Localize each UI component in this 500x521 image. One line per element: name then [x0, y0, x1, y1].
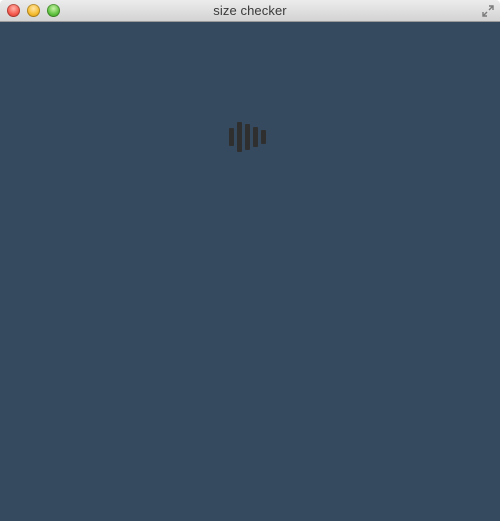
fullscreen-icon[interactable] — [481, 4, 495, 18]
activity-bar — [253, 127, 258, 147]
close-icon[interactable] — [7, 4, 20, 17]
activity-bar — [261, 130, 266, 144]
minimize-icon[interactable] — [27, 4, 40, 17]
content-area — [0, 22, 500, 521]
title-bar[interactable]: size checker — [0, 0, 500, 22]
window-title: size checker — [213, 3, 287, 18]
zoom-icon[interactable] — [47, 4, 60, 17]
activity-bar — [237, 122, 242, 152]
activity-bar — [229, 128, 234, 146]
activity-bars-icon — [229, 122, 269, 152]
activity-bar — [245, 124, 250, 150]
app-window: size checker — [0, 0, 500, 521]
